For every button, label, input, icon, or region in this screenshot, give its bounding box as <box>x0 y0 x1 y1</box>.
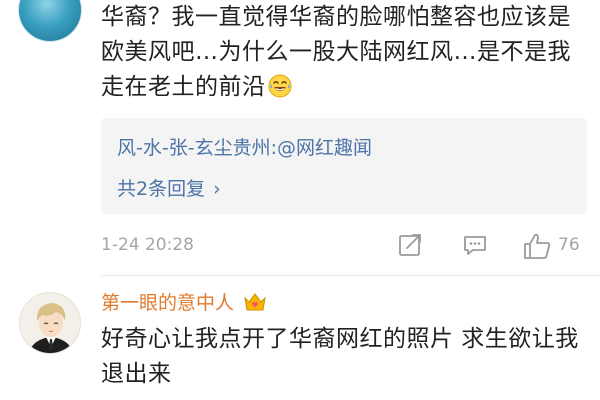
comment-text-content: 华裔？我一直觉得华裔的脸哪怕整容也应该是欧美风吧…为什么一股大陆网红风…是不是我… <box>101 4 571 100</box>
comment-body: 华裔？我一直觉得华裔的脸哪怕整容也应该是欧美风吧…为什么一股大陆网红风…是不是我… <box>101 0 581 105</box>
reply-preview-box[interactable]: 风-水-张-玄尘贵州:@网红趣闻 共2条回复 › <box>101 118 587 214</box>
commenter-username[interactable]: 第一眼的意中人 <box>101 292 234 314</box>
anime-avatar-icon <box>20 293 80 353</box>
forward-button[interactable] <box>397 232 423 262</box>
reply-username-link[interactable]: 风-水-张-玄尘贵州 <box>117 137 271 159</box>
reply-preview-line: 风-水-张-玄尘贵州:@网红趣闻 <box>117 133 372 160</box>
comment-divider <box>101 275 600 276</box>
comment-meta-row: 1-24 20:28 76 <box>101 226 587 266</box>
thumbs-up-icon <box>524 233 551 259</box>
share-icon <box>399 234 421 256</box>
username-row: 第一眼的意中人 <box>101 288 267 316</box>
view-replies-link[interactable]: 共2条回复 › <box>117 174 221 201</box>
comment-text: 好奇心让我点开了华裔网红的照片 求生欲让我退出来 <box>101 326 579 387</box>
comment-icon <box>464 236 486 255</box>
comment-timestamp: 1-24 20:28 <box>101 235 194 255</box>
reply-mention-link[interactable]: @网红趣闻 <box>277 137 372 159</box>
reply-button[interactable] <box>462 232 488 262</box>
reply-count-label: 共2条回复 <box>117 178 206 200</box>
laugh-crying-emoji-icon <box>268 74 291 98</box>
crown-heart-badge-icon <box>243 290 267 316</box>
chevron-right-icon: › <box>213 178 221 200</box>
like-button[interactable] <box>522 232 552 264</box>
comment-text: 华裔？我一直觉得华裔的脸哪怕整容也应该是欧美风吧…为什么一股大陆网红风…是不是我… <box>101 0 581 105</box>
commenter-avatar[interactable] <box>18 0 82 42</box>
commenter-avatar[interactable] <box>19 292 81 354</box>
like-count: 76 <box>558 235 580 255</box>
